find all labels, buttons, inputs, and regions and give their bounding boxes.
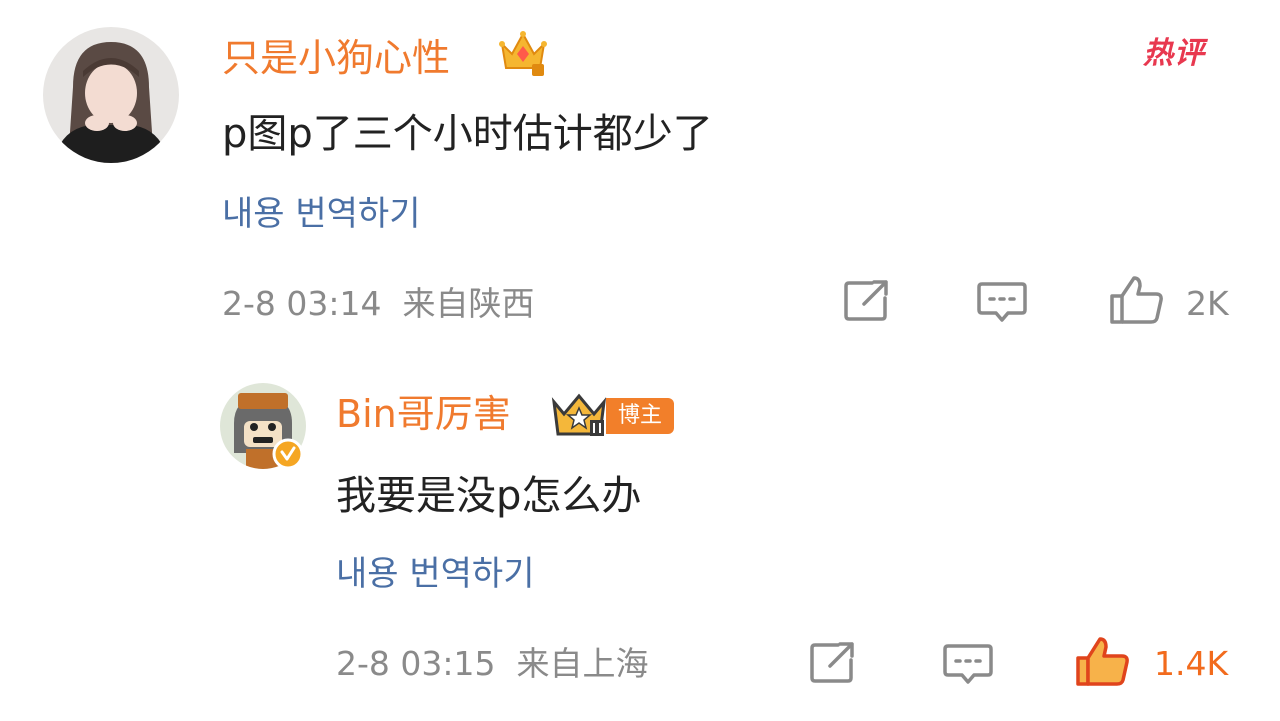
replier-username[interactable]: Bin哥厉害 <box>336 392 511 436</box>
comment-text: p图p了三个小时估计都少了 <box>222 111 713 157</box>
crown-level-2-icon <box>550 390 608 440</box>
reply-timestamp: 2-8 03:15 <box>336 644 496 683</box>
share-icon[interactable] <box>842 278 892 324</box>
translate-link[interactable]: 내용 번역하기 <box>336 554 535 594</box>
crown-vip-icon <box>496 24 550 78</box>
reply-meta: 2-8 03:15 来自上海 <box>336 644 648 684</box>
like-icon[interactable] <box>1108 274 1166 326</box>
hot-comment-badge: 热评 <box>1143 36 1205 71</box>
like-count: 1.4K <box>1154 644 1229 683</box>
comment-icon[interactable] <box>942 642 994 688</box>
comment-icon[interactable] <box>976 280 1028 326</box>
comment-timestamp: 2-8 03:14 <box>222 284 382 323</box>
reply-location: 来自上海 <box>516 644 649 683</box>
translate-link[interactable]: 내용 번역하기 <box>222 194 421 234</box>
commenter-avatar[interactable] <box>43 27 179 163</box>
commenter-username[interactable]: 只是小狗心性 <box>222 36 450 80</box>
share-icon[interactable] <box>808 640 858 686</box>
blogger-badge: 博主 <box>606 398 675 434</box>
comment-meta: 2-8 03:14 来自陕西 <box>222 284 534 324</box>
comment-location: 来自陕西 <box>402 284 535 323</box>
verified-badge-icon <box>272 438 304 470</box>
reply-text: 我要是没p怎么办 <box>336 473 642 519</box>
like-count: 2K <box>1186 284 1229 323</box>
like-filled-icon[interactable] <box>1074 634 1132 688</box>
